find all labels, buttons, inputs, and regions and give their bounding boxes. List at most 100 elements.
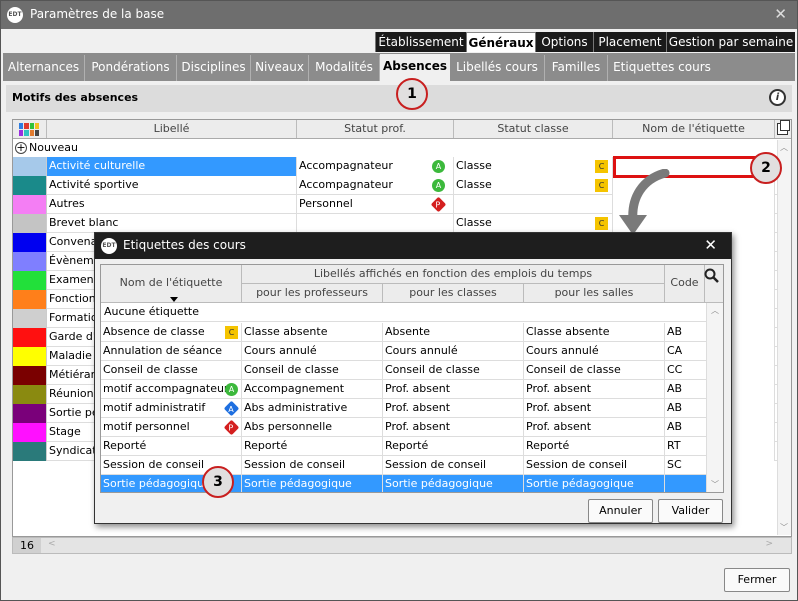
top-tab-placement[interactable]: Placement — [593, 32, 666, 52]
color-swatch[interactable] — [13, 233, 47, 252]
cell-code[interactable]: AB — [665, 399, 707, 418]
tab-libelles-cours[interactable]: Libellés cours — [450, 55, 545, 81]
color-swatch[interactable] — [13, 366, 47, 385]
color-swatch[interactable] — [13, 290, 47, 309]
header-statut-classe[interactable]: Statut classe — [454, 120, 613, 138]
cell-libelle[interactable]: Brevet blanc — [47, 214, 297, 233]
cell-classes[interactable]: Prof. absent — [383, 399, 524, 418]
cell-classes[interactable]: Reporté — [383, 437, 524, 456]
cell-code[interactable] — [665, 475, 707, 492]
tab-modalites[interactable]: Modalités — [309, 55, 380, 81]
cell-statut-classe[interactable]: Classe C — [454, 176, 613, 195]
tab-alternances[interactable]: Alternances — [3, 55, 85, 81]
cell-code[interactable]: AB — [665, 323, 707, 342]
cell-nom-etiquette[interactable]: Reporté — [101, 437, 242, 456]
hscroll-left-icon[interactable]: < — [48, 539, 56, 549]
cell-statut-prof[interactable]: Accompagnateur A — [297, 176, 454, 195]
cell-classes[interactable]: Cours annulé — [383, 342, 524, 361]
color-swatch[interactable] — [13, 176, 47, 195]
cell-profs[interactable]: Classe absente — [242, 323, 383, 342]
cell-salles[interactable]: Prof. absent — [524, 399, 665, 418]
top-tab-generaux[interactable]: Généraux — [466, 32, 535, 52]
cell-salles[interactable]: Classe absente — [524, 323, 665, 342]
cancel-button[interactable]: Annuler — [588, 499, 653, 523]
cell-statut-classe[interactable] — [454, 195, 613, 214]
cell-salles[interactable]: Reporté — [524, 437, 665, 456]
cell-salles[interactable]: Cours annulé — [524, 342, 665, 361]
new-row[interactable]: + Nouveau — [13, 140, 777, 157]
table-row[interactable]: Absence de classe C Classe absente Absente C… — [101, 323, 707, 342]
cell-salles[interactable]: Sortie pédagogique — [524, 475, 665, 492]
tab-disciplines[interactable]: Disciplines — [177, 55, 251, 81]
top-tab-options[interactable]: Options — [535, 32, 593, 52]
top-tab-gestion-semaine[interactable]: Gestion par semaine — [666, 32, 795, 52]
cell-profs[interactable]: Accompagnement — [242, 380, 383, 399]
cell-statut-classe[interactable]: Classe C — [454, 157, 613, 176]
validate-button[interactable]: Valider — [658, 499, 723, 523]
cell-nom-etiquette[interactable]: Annulation de séance — [101, 342, 242, 361]
cell-classes[interactable]: Absente — [383, 323, 524, 342]
cell-libelle[interactable]: Autres — [47, 195, 297, 214]
color-swatch[interactable] — [13, 195, 47, 214]
cell-statut-classe[interactable]: Classe C — [454, 214, 613, 233]
color-swatch[interactable] — [13, 214, 47, 233]
color-swatch[interactable] — [13, 328, 47, 347]
table-row[interactable]: motif accompagnateur A Accompagnement Prof.… — [101, 380, 707, 399]
cell-code[interactable]: SC — [665, 456, 707, 475]
color-swatch[interactable] — [13, 271, 47, 290]
cell-profs[interactable]: Reporté — [242, 437, 383, 456]
color-swatch[interactable] — [13, 385, 47, 404]
table-row[interactable]: Conseil de classe Conseil de classe Consei… — [101, 361, 707, 380]
color-swatch[interactable] — [13, 404, 47, 423]
cell-code[interactable]: AB — [665, 418, 707, 437]
color-swatch[interactable] — [13, 423, 47, 442]
cell-statut-prof[interactable] — [297, 214, 454, 233]
cell-libelle[interactable]: Activité sportive — [47, 176, 297, 195]
dialog-vscrollbar[interactable]: ︿ ﹀ — [706, 303, 723, 492]
cell-salles[interactable]: Conseil de classe — [524, 361, 665, 380]
info-icon[interactable]: i — [769, 89, 786, 106]
cell-classes[interactable]: Prof. absent — [383, 380, 524, 399]
color-swatch[interactable] — [13, 309, 47, 328]
cell-profs[interactable]: Abs personnelle — [242, 418, 383, 437]
dialog-scroll-down-icon[interactable]: ﹀ — [711, 479, 719, 490]
cell-classes[interactable]: Conseil de classe — [383, 361, 524, 380]
color-swatch[interactable] — [13, 252, 47, 271]
cell-code[interactable]: CC — [665, 361, 707, 380]
header-pour-classes[interactable]: pour les classes — [383, 284, 524, 303]
cell-classes[interactable]: Prof. absent — [383, 418, 524, 437]
cell-code[interactable]: AB — [665, 380, 707, 399]
cell-salles[interactable]: Prof. absent — [524, 418, 665, 437]
close-button[interactable]: Fermer — [724, 568, 790, 592]
cell-libelle[interactable]: Activité culturelle — [47, 157, 297, 176]
header-libelle[interactable]: Libellé — [47, 120, 297, 138]
tab-familles[interactable]: Familles — [545, 55, 608, 81]
header-pour-salles[interactable]: pour les salles — [524, 284, 665, 303]
table-row[interactable]: motif personnel P Abs personnelle Prof. abs… — [101, 418, 707, 437]
cell-nom-etiquette[interactable]: Absence de classe C — [101, 323, 242, 342]
tab-etiquettes-cours[interactable]: Etiquettes cours — [608, 55, 716, 81]
header-pour-professeurs[interactable]: pour les professeurs — [242, 284, 383, 303]
cell-statut-prof[interactable]: Accompagnateur A — [297, 157, 454, 176]
close-icon[interactable]: ✕ — [774, 5, 787, 23]
table-row[interactable]: Annulation de séance Cours annulé Cours an… — [101, 342, 707, 361]
cell-profs[interactable]: Sortie pédagogique — [242, 475, 383, 492]
scroll-up-icon[interactable]: ︿ — [780, 142, 788, 153]
search-icon[interactable] — [704, 268, 719, 283]
grid-vscrollbar[interactable]: ︿ ﹀ — [777, 140, 791, 535]
aucune-etiquette-row[interactable]: Aucune étiquette — [101, 303, 707, 322]
scroll-down-icon[interactable]: ﹀ — [780, 522, 788, 533]
dialog-close-icon[interactable]: ✕ — [704, 236, 717, 254]
cell-salles[interactable]: Prof. absent — [524, 380, 665, 399]
cell-classes[interactable]: Sortie pédagogique — [383, 475, 524, 492]
cell-classes[interactable]: Session de conseil — [383, 456, 524, 475]
tab-ponderations[interactable]: Pondérations — [85, 55, 177, 81]
cell-nom-etiquette[interactable]: motif personnel P — [101, 418, 242, 437]
color-column-header[interactable] — [13, 120, 47, 138]
table-row[interactable]: Session de conseil Session de conseil Sess… — [101, 456, 707, 475]
header-statut-prof[interactable]: Statut prof. — [297, 120, 454, 138]
color-swatch[interactable] — [13, 157, 47, 176]
cell-code[interactable]: RT — [665, 437, 707, 456]
table-row[interactable]: motif administratif A Abs administrative Pr… — [101, 399, 707, 418]
cell-profs[interactable]: Abs administrative — [242, 399, 383, 418]
